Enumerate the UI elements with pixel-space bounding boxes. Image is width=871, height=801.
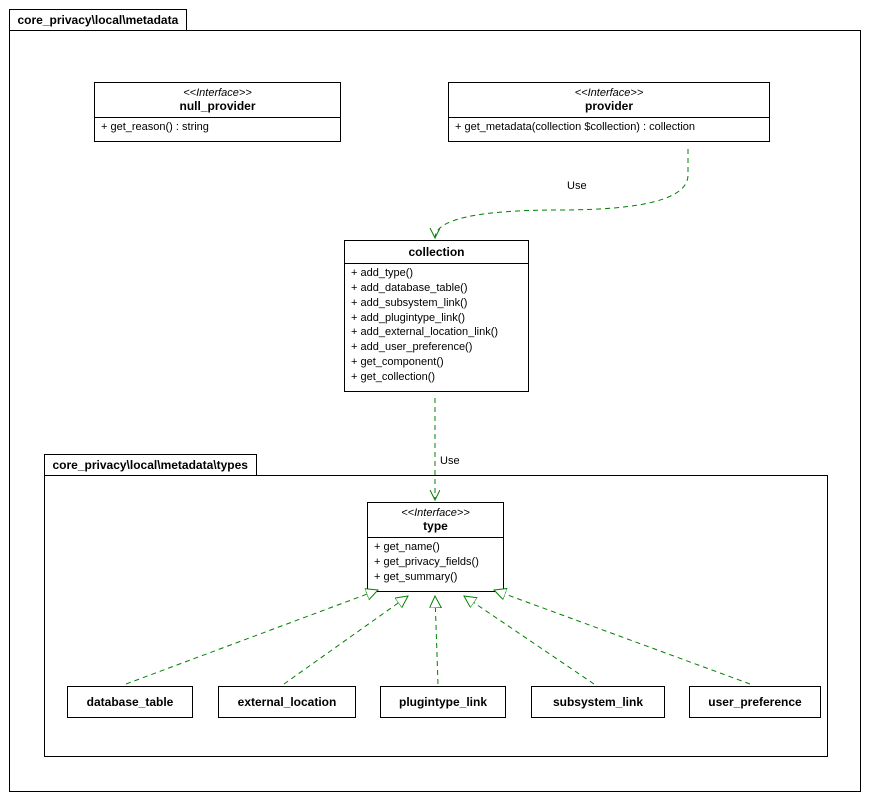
stereotype: <<Interface>> [378, 507, 493, 519]
method: + add_external_location_link() [351, 325, 522, 340]
class-name: collection [355, 245, 518, 259]
class-external-location: external_location [218, 686, 356, 718]
class-subsystem-link: subsystem_link [531, 686, 665, 718]
package-inner-label: core_privacy\local\metadata\types [44, 454, 257, 475]
interface-type: <<Interface>> type + get_name() + get_pr… [367, 502, 504, 592]
method: + get_privacy_fields() [374, 555, 497, 570]
class-user-preference: user_preference [689, 686, 821, 718]
class-name: type [378, 519, 493, 533]
class-plugintype-link: plugintype_link [380, 686, 506, 718]
class-database-table: database_table [67, 686, 193, 718]
method: + get_collection() [351, 370, 522, 385]
interface-provider: <<Interface>> provider + get_metadata(co… [448, 82, 770, 142]
class-name: provider [459, 99, 759, 113]
method: + add_user_preference() [351, 340, 522, 355]
stereotype: <<Interface>> [459, 87, 759, 99]
relation-label-use: Use [567, 180, 587, 192]
method: + get_metadata(collection $collection) :… [455, 120, 763, 135]
method: + get_name() [374, 540, 497, 555]
stereotype: <<Interface>> [105, 87, 330, 99]
method: + add_type() [351, 266, 522, 281]
method: + get_component() [351, 355, 522, 370]
method: + get_reason() : string [101, 120, 334, 135]
method: + add_subsystem_link() [351, 296, 522, 311]
package-outer-label: core_privacy\local\metadata [9, 9, 188, 30]
relation-label-use: Use [440, 455, 460, 467]
class-name: null_provider [105, 99, 330, 113]
method: + add_plugintype_link() [351, 311, 522, 326]
method: + add_database_table() [351, 281, 522, 296]
method: + get_summary() [374, 570, 497, 585]
class-collection: collection + add_type() + add_database_t… [344, 240, 529, 392]
interface-null-provider: <<Interface>> null_provider + get_reason… [94, 82, 341, 142]
